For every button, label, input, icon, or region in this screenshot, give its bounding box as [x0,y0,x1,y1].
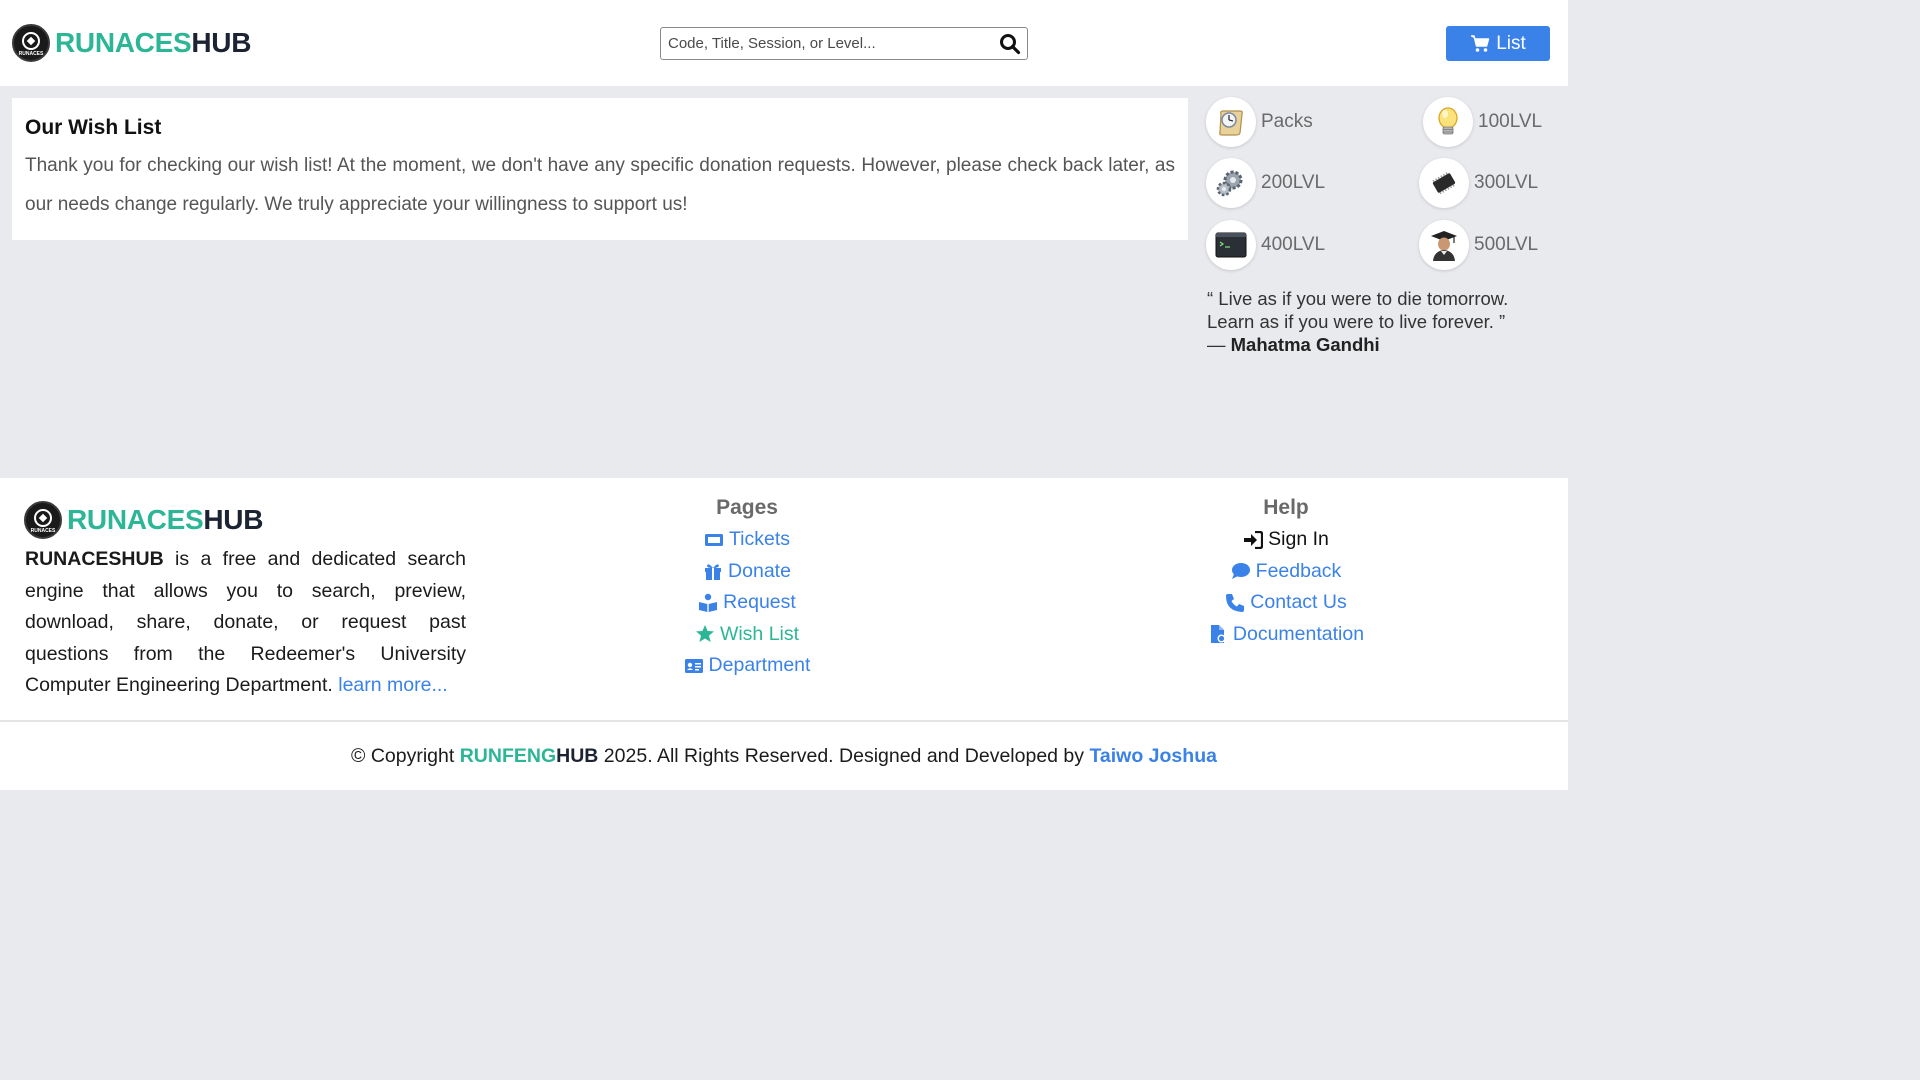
ticket-icon [704,533,723,546]
brand-logo-link[interactable]: RUNACES RUNACESHUB [12,24,251,62]
phone-icon [1226,593,1245,612]
learn-more-link[interactable]: learn more... [338,674,447,696]
footer-link-wish-list[interactable]: Wish List [647,619,847,651]
chip-icon [1419,158,1469,208]
copyright-middle: 2025. All Rights Reserved. Designed and … [598,744,1090,767]
footer-link-donate[interactable]: Donate [647,556,847,588]
star-icon [695,625,714,643]
pages-heading: Pages [716,496,778,519]
footer: RUNACES RUNACESHUB RUNACESHUB is a free … [0,478,1568,720]
level-item-200lvl[interactable]: 200LVL [1206,158,1325,208]
footer-description: RUNACESHUB is a free and dedicated searc… [25,544,466,702]
brand-name-part1: RUNACES [55,27,192,58]
file-icon [1210,625,1226,644]
copyright-prefix: © Copyright [351,744,460,767]
footer-link-department[interactable]: Department [647,650,847,682]
footer-help-column: Help Sign In Feedback Contact Us Documen… [1186,496,1386,650]
gears-icon [1206,158,1256,208]
wish-list-card: Our Wish List Thank you for checking our… [12,98,1188,240]
sign-in-icon [1244,530,1264,549]
header: RUNACES RUNACESHUB List [0,0,1568,86]
level-item-packs[interactable]: Packs [1206,97,1313,147]
level-label: 500LVL [1474,234,1539,255]
quote-dash: — [1207,334,1226,355]
id-card-icon [684,658,703,673]
runaces-logo-icon: RUNACES [24,501,62,539]
page-title: Our Wish List [25,116,162,139]
book-reader-icon [699,593,718,612]
copyright-brand-part2: HUB [556,744,599,767]
footer-link-documentation[interactable]: Documentation [1186,619,1386,651]
copyright-bar: © Copyright RUNFENG HUB 2025. All Rights … [0,722,1568,790]
search-box [660,27,1028,60]
brand-name-part2: HUB [191,27,252,58]
quote-author: Mahatma Gandhi [1230,334,1380,355]
level-label: 300LVL [1474,172,1539,193]
scroll-clock-icon [1206,97,1256,147]
developer-link[interactable]: Taiwo Joshua [1089,745,1217,768]
footer-link-request[interactable]: Request [647,587,847,619]
brand-name: RUNACESHUB [55,27,251,59]
level-item-300lvl[interactable]: 300LVL [1419,158,1538,208]
help-heading: Help [1263,496,1309,519]
footer-desc-brand: RUNACESHUB [25,548,164,570]
graduate-icon [1419,220,1469,270]
level-item-400lvl[interactable]: 400LVL [1206,220,1325,270]
quote-text: “ Live as if you were to die tomorrow. L… [1207,288,1509,332]
footer-brand[interactable]: RUNACES RUNACESHUB [24,501,263,539]
copyright-brand-part1: RUNFENG [459,744,557,767]
quote-block: “ Live as if you were to die tomorrow. L… [1207,287,1547,356]
footer-link-tickets[interactable]: Tickets [647,524,847,556]
footer-brand-name: RUNACESHUB [67,504,264,535]
level-item-100lvl[interactable]: 100LVL [1423,97,1542,147]
lightbulb-icon [1423,97,1473,147]
list-button[interactable]: List [1446,26,1550,61]
search-input[interactable] [661,28,981,59]
level-label: Packs [1261,111,1313,132]
terminal-icon [1206,220,1256,270]
level-label: 200LVL [1261,172,1326,193]
comment-icon [1231,563,1250,580]
footer-pages-column: Pages Tickets Donate Request Wish List D… [647,496,847,682]
runaces-logo-icon: RUNACES [12,24,50,62]
footer-link-sign-in[interactable]: Sign In [1186,524,1386,556]
level-item-500lvl[interactable]: 500LVL [1419,220,1538,270]
search-icon [1000,34,1021,55]
level-label: 400LVL [1261,234,1326,255]
level-label: 100LVL [1478,111,1543,132]
cart-icon [1471,34,1490,52]
search-button[interactable] [999,33,1021,55]
wish-list-message: Thank you for checking our wish list! At… [25,155,1175,215]
footer-link-contact-us[interactable]: Contact Us [1186,587,1386,619]
gift-icon [705,564,722,581]
footer-link-feedback[interactable]: Feedback [1186,556,1386,588]
list-button-label: List [1496,32,1526,54]
